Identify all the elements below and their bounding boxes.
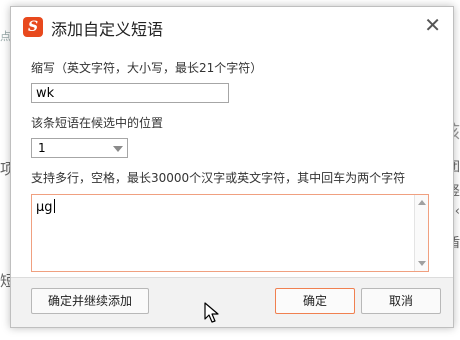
dialog-footer: 确定并继续添加 确定 取消 bbox=[11, 277, 453, 327]
ok-and-continue-button[interactable]: 确定并继续添加 bbox=[31, 288, 149, 314]
text-caret bbox=[53, 199, 55, 213]
sogou-logo-icon: S bbox=[23, 17, 43, 37]
scroll-up-icon[interactable] bbox=[418, 200, 426, 205]
add-phrase-dialog: S 添加自定义短语 ✕ 缩写（英文字符，大小写，最长21个字符） 该条短语在候选… bbox=[10, 6, 454, 328]
position-label: 该条短语在候选中的位置 bbox=[31, 116, 164, 130]
position-value: 1 bbox=[38, 141, 46, 155]
dialog-titlebar: S 添加自定义短语 ✕ bbox=[11, 7, 453, 47]
position-select[interactable]: 1 bbox=[31, 138, 128, 158]
ok-button[interactable]: 确定 bbox=[275, 288, 355, 314]
scroll-down-icon[interactable] bbox=[418, 261, 426, 266]
abbr-label: 缩写（英文字符，大小写，最长21个字符） bbox=[31, 61, 263, 75]
textarea-scrollbar[interactable] bbox=[414, 195, 428, 271]
mouse-cursor-icon bbox=[204, 302, 219, 323]
cancel-button[interactable]: 取消 bbox=[361, 288, 441, 314]
close-icon[interactable]: ✕ bbox=[424, 13, 441, 37]
content-textarea[interactable]: μg bbox=[31, 194, 429, 272]
content-label: 支持多行，空格，最长30000个汉字或英文字符，其中回车为两个字符 bbox=[31, 171, 406, 185]
background-text: ‹ bbox=[454, 204, 460, 219]
dialog-title: 添加自定义短语 bbox=[51, 20, 164, 39]
chevron-down-icon bbox=[113, 146, 123, 152]
abbr-input[interactable] bbox=[31, 83, 229, 103]
content-text: μg bbox=[36, 199, 55, 215]
content-value: μg bbox=[36, 200, 53, 215]
